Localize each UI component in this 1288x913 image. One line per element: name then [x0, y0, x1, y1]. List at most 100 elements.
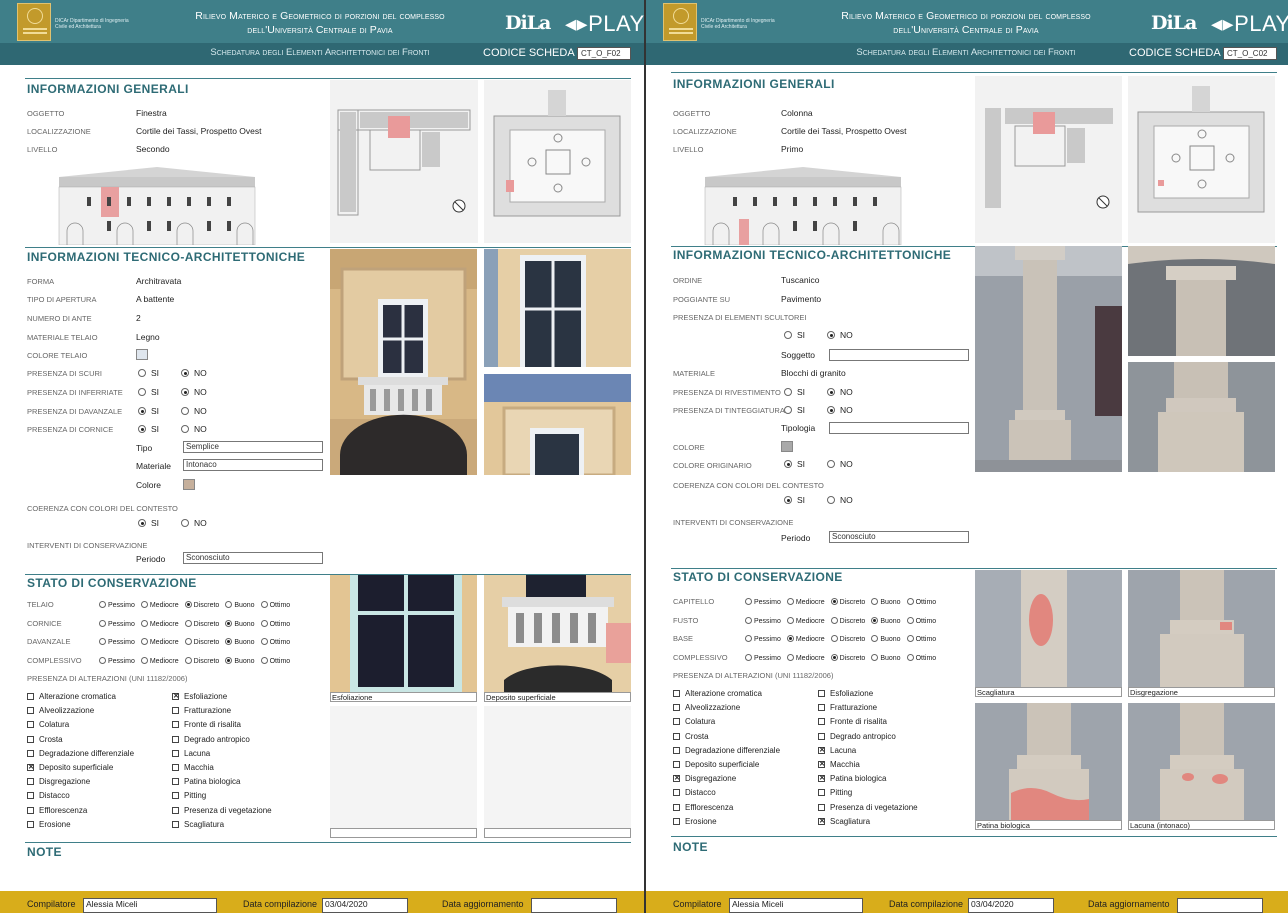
coerenza-no[interactable]: NO: [181, 518, 207, 528]
alterazione-checkbox[interactable]: Distacco: [673, 788, 716, 797]
alterazione-checkbox[interactable]: Scagliatura: [172, 820, 224, 829]
checkbox-empty-icon[interactable]: [673, 803, 680, 811]
codice-field[interactable]: CT_O_C02: [1223, 47, 1277, 60]
alterazione-checkbox[interactable]: Presenza di vegetazione: [172, 806, 272, 815]
inferriate-si[interactable]: SI: [138, 387, 159, 397]
checkbox-empty-icon[interactable]: [27, 792, 34, 800]
checkbox-checked-icon[interactable]: [818, 746, 825, 754]
capitello-state-options[interactable]: Pessimo Mediocre Discreto Buono Ottimo: [745, 596, 942, 606]
data-compilazione-field[interactable]: 03/04/2020: [322, 898, 408, 913]
checkbox-empty-icon[interactable]: [673, 718, 680, 726]
checkbox-checked-icon[interactable]: [818, 817, 825, 825]
checkbox-empty-icon[interactable]: [818, 789, 825, 797]
coerenza-si[interactable]: SI: [784, 495, 805, 505]
alterazione-checkbox[interactable]: Efflorescenza: [673, 803, 733, 812]
alterazione-checkbox[interactable]: Erosione: [673, 817, 717, 826]
checkbox-empty-icon[interactable]: [27, 749, 34, 757]
codice-field[interactable]: CT_O_F02: [577, 47, 631, 60]
checkbox-empty-icon[interactable]: [27, 735, 34, 743]
scultorei-si[interactable]: SI: [784, 330, 805, 340]
checkbox-empty-icon[interactable]: [172, 707, 179, 715]
checkbox-empty-icon[interactable]: [172, 764, 179, 771]
periodo-field[interactable]: Sconosciuto: [183, 552, 323, 564]
alterazione-checkbox[interactable]: Macchia: [172, 763, 214, 772]
alterazione-checkbox[interactable]: Efflorescenza: [27, 806, 87, 815]
alterazione-checkbox[interactable]: Alveolizzazione: [27, 706, 94, 715]
alterazione-checkbox[interactable]: Fratturazione: [818, 703, 877, 712]
checkbox-checked-icon[interactable]: [27, 764, 34, 771]
alterazione-checkbox[interactable]: Fratturazione: [172, 706, 231, 715]
alterazione-checkbox[interactable]: Crosta: [27, 735, 63, 744]
checkbox-empty-icon[interactable]: [673, 704, 680, 712]
alterazione-checkbox[interactable]: Colatura: [27, 720, 69, 729]
rivestimento-si[interactable]: SI: [784, 387, 805, 397]
alterazione-checkbox[interactable]: Patina biologica: [172, 777, 240, 786]
alterazione-checkbox[interactable]: Lacuna: [818, 746, 856, 755]
checkbox-checked-icon[interactable]: [172, 693, 179, 700]
alterazione-checkbox[interactable]: Disgregazione: [27, 777, 90, 786]
checkbox-empty-icon[interactable]: [172, 749, 179, 757]
cornice-state-options[interactable]: Pessimo Mediocre Discreto Buono Ottimo: [99, 618, 296, 628]
checkbox-checked-icon[interactable]: [673, 775, 680, 783]
alterazione-checkbox[interactable]: Lacuna: [172, 749, 210, 758]
tinteggiatura-si[interactable]: SI: [784, 405, 805, 415]
materiale-field[interactable]: Intonaco: [183, 459, 323, 471]
checkbox-empty-icon[interactable]: [818, 704, 825, 712]
data-compilazione-field[interactable]: 03/04/2020: [968, 898, 1054, 913]
alterazione-checkbox[interactable]: Scagliatura: [818, 817, 870, 826]
alterazione-checkbox[interactable]: Fronte di risalita: [172, 720, 241, 729]
checkbox-empty-icon[interactable]: [172, 792, 179, 800]
alterazione-checkbox[interactable]: Disgregazione: [673, 774, 736, 783]
checkbox-checked-icon[interactable]: [818, 775, 825, 783]
telaio-state-options[interactable]: Pessimo Mediocre Discreto Buono Ottimo: [99, 599, 296, 609]
checkbox-empty-icon[interactable]: [27, 707, 34, 715]
alterazione-checkbox[interactable]: Esfoliazione: [818, 689, 873, 698]
tipologia-field[interactable]: [829, 422, 969, 434]
alterazione-checkbox[interactable]: Alterazione cromatica: [673, 689, 762, 698]
checkbox-empty-icon[interactable]: [673, 789, 680, 797]
cornice-si[interactable]: SI: [138, 424, 159, 434]
soggetto-field[interactable]: [829, 349, 969, 361]
checkbox-empty-icon[interactable]: [818, 718, 825, 726]
base-state-options[interactable]: Pessimo Mediocre Discreto Buono Ottimo: [745, 633, 942, 643]
alterazione-checkbox[interactable]: Alveolizzazione: [673, 703, 740, 712]
alterazione-checkbox[interactable]: Degradazione differenziale: [673, 746, 780, 755]
checkbox-empty-icon[interactable]: [172, 721, 179, 729]
checkbox-empty-icon[interactable]: [172, 806, 179, 814]
checkbox-empty-icon[interactable]: [673, 746, 680, 754]
checkbox-empty-icon[interactable]: [673, 732, 680, 740]
alterazione-checkbox[interactable]: Pitting: [172, 791, 206, 800]
fusto-state-options[interactable]: Pessimo Mediocre Discreto Buono Ottimo: [745, 615, 942, 625]
checkbox-empty-icon[interactable]: [172, 778, 179, 786]
scuri-si[interactable]: SI: [138, 368, 159, 378]
checkbox-empty-icon[interactable]: [27, 806, 34, 814]
periodo-field[interactable]: Sconosciuto: [829, 531, 969, 543]
checkbox-empty-icon[interactable]: [172, 820, 179, 828]
davanzale-state-options[interactable]: Pessimo Mediocre Discreto Buono Ottimo: [99, 636, 296, 646]
davanzale-no[interactable]: NO: [181, 406, 207, 416]
checkbox-empty-icon[interactable]: [818, 732, 825, 740]
scuri-no[interactable]: NO: [181, 368, 207, 378]
alterazione-checkbox[interactable]: Erosione: [27, 820, 71, 829]
complessivo-state-options[interactable]: Pessimo Mediocre Discreto Buono Ottimo: [745, 652, 942, 662]
coerenza-no[interactable]: NO: [827, 495, 853, 505]
checkbox-empty-icon[interactable]: [172, 735, 179, 743]
compilatore-field[interactable]: Alessia Miceli: [729, 898, 863, 913]
alterazione-checkbox[interactable]: Distacco: [27, 791, 70, 800]
alterazione-checkbox[interactable]: Alterazione cromatica: [27, 692, 116, 701]
tipo-field[interactable]: Semplice: [183, 441, 323, 453]
complessivo-state-options[interactable]: Pessimo Mediocre Discreto Buono Ottimo: [99, 655, 296, 665]
rivestimento-no[interactable]: NO: [827, 387, 853, 397]
tinteggiatura-no[interactable]: NO: [827, 405, 853, 415]
checkbox-empty-icon[interactable]: [27, 721, 34, 729]
checkbox-empty-icon[interactable]: [673, 690, 680, 697]
checkbox-empty-icon[interactable]: [673, 761, 680, 768]
alterazione-checkbox[interactable]: Deposito superficiale: [673, 760, 759, 769]
checkbox-empty-icon[interactable]: [27, 778, 34, 786]
originario-si[interactable]: SI: [784, 459, 805, 469]
alterazione-checkbox[interactable]: Macchia: [818, 760, 860, 769]
cornice-no[interactable]: NO: [181, 424, 207, 434]
compilatore-field[interactable]: Alessia Miceli: [83, 898, 217, 913]
checkbox-empty-icon[interactable]: [27, 820, 34, 828]
alterazione-checkbox[interactable]: Fronte di risalita: [818, 717, 887, 726]
